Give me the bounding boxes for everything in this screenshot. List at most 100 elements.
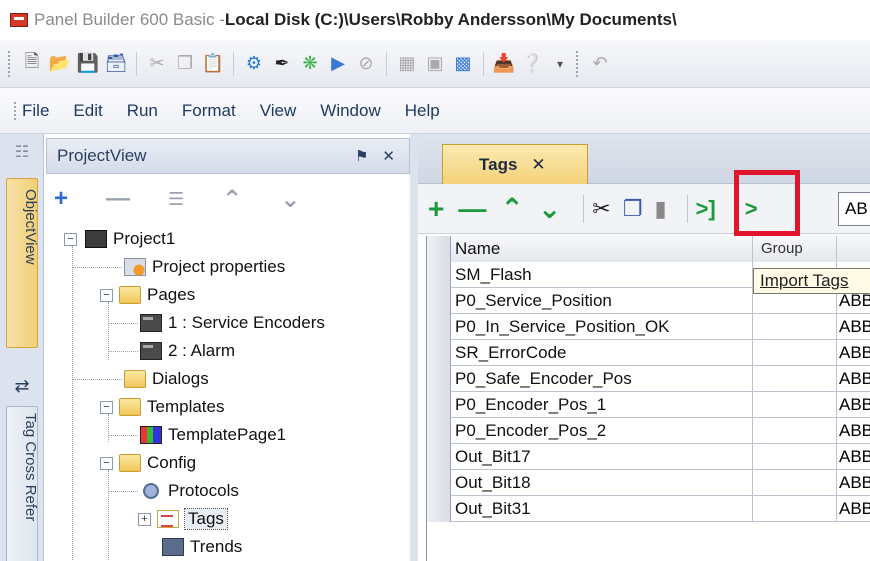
help-icon[interactable]: ❔ xyxy=(520,52,544,76)
tag-group-cell[interactable] xyxy=(753,366,837,392)
close-icon[interactable]: ✕ xyxy=(382,147,395,165)
tag-extra-cell[interactable]: ABB xyxy=(837,366,870,392)
table-row[interactable]: P0_Encoder_Pos_1 ABB xyxy=(427,392,870,418)
open-icon[interactable]: 📂 xyxy=(48,52,72,76)
play-icon[interactable]: ▶ xyxy=(326,52,350,76)
close-tab-icon[interactable]: ✕ xyxy=(531,155,545,175)
toolbar-grip[interactable] xyxy=(8,50,12,77)
menu-edit[interactable]: Edit xyxy=(73,101,102,121)
add-tag-icon[interactable]: + xyxy=(428,194,444,223)
tree-item-project1[interactable]: − Project1 xyxy=(64,225,175,253)
tag-group-cell[interactable] xyxy=(753,418,837,444)
toolbar-grip[interactable] xyxy=(576,50,580,77)
menu-window[interactable]: Window xyxy=(320,101,380,121)
tag-extra-cell[interactable]: ABB xyxy=(837,392,870,418)
tag-group-cell[interactable] xyxy=(753,392,837,418)
tree-item-page-alarm[interactable]: 2 : Alarm xyxy=(140,337,235,365)
move-up-icon[interactable]: ⌃ xyxy=(222,185,242,214)
tag-name-cell[interactable]: P0_Safe_Encoder_Pos xyxy=(451,366,753,392)
move-up-icon[interactable]: ⌃ xyxy=(500,194,523,223)
column-header-name[interactable]: Name xyxy=(451,236,753,262)
properties-icon[interactable]: ☰ xyxy=(168,189,184,210)
layout-icon[interactable]: ▩ xyxy=(451,52,475,76)
row-selector[interactable] xyxy=(427,470,451,496)
column-header-extra[interactable] xyxy=(837,236,870,262)
paste-icon[interactable]: ▮ xyxy=(654,196,666,222)
tag-group-cell[interactable] xyxy=(753,314,837,340)
tree-item-pages[interactable]: − Pages xyxy=(100,281,195,309)
remove-icon[interactable]: — xyxy=(106,185,130,213)
tag-name-cell[interactable]: Out_Bit17 xyxy=(451,444,753,470)
tag-extra-cell[interactable]: ABB xyxy=(837,496,870,522)
stop-icon[interactable]: ⊘ xyxy=(354,52,378,76)
tag-extra-cell[interactable]: ABB xyxy=(837,444,870,470)
tab-tags[interactable]: Tags ✕ xyxy=(442,144,588,184)
column-header-group[interactable]: Group xyxy=(753,236,837,262)
menu-view[interactable]: View xyxy=(260,101,297,121)
tag-extra-cell[interactable]: ABB xyxy=(837,340,870,366)
collapse-icon[interactable]: − xyxy=(100,288,113,302)
cut-icon[interactable]: ✂ xyxy=(592,196,610,222)
tab-object-view[interactable]: ObjectView xyxy=(6,178,39,348)
tag-name-cell[interactable]: SR_ErrorCode xyxy=(451,340,753,366)
tree-item-trends[interactable]: Trends xyxy=(162,533,242,561)
tree-item-page-service-encoders[interactable]: 1 : Service Encoders xyxy=(140,309,325,337)
pin-icon[interactable]: ⚑ xyxy=(355,147,368,165)
snap-icon[interactable]: ▣ xyxy=(423,52,447,76)
tree-item-template-page1[interactable]: TemplatePage1 xyxy=(140,421,286,449)
tag-group-cell[interactable] xyxy=(753,340,837,366)
move-down-icon[interactable]: ⌄ xyxy=(538,194,561,223)
tag-name-cell[interactable]: SM_Flash xyxy=(451,262,753,288)
tree-item-tags[interactable]: + Tags xyxy=(138,505,228,533)
table-row[interactable]: Out_Bit31 ABB xyxy=(427,496,870,522)
row-selector[interactable] xyxy=(427,314,451,340)
download-icon[interactable]: 📥 xyxy=(492,52,516,76)
tree-item-templates[interactable]: − Templates xyxy=(100,393,224,421)
row-selector[interactable] xyxy=(427,392,451,418)
row-selector[interactable] xyxy=(427,288,451,314)
tree-item-protocols[interactable]: Protocols xyxy=(140,477,239,505)
tag-extra-cell[interactable]: ABB xyxy=(837,418,870,444)
gear-icon[interactable]: ❋ xyxy=(298,52,322,76)
tag-extra-cell[interactable]: ABB xyxy=(837,314,870,340)
tag-name-cell[interactable]: Out_Bit18 xyxy=(451,470,753,496)
collapse-icon[interactable]: − xyxy=(100,400,113,414)
row-selector[interactable] xyxy=(427,262,451,288)
tree-item-config[interactable]: − Config xyxy=(100,449,196,477)
menu-grip[interactable] xyxy=(14,101,18,120)
table-row[interactable]: P0_Safe_Encoder_Pos ABB xyxy=(427,366,870,392)
paste-icon[interactable]: 📋 xyxy=(201,52,225,76)
table-row[interactable]: P0_In_Service_Position_OK ABB xyxy=(427,314,870,340)
row-selector[interactable] xyxy=(427,444,451,470)
table-row[interactable]: SR_ErrorCode ABB xyxy=(427,340,870,366)
import-tags-icon[interactable]: >] xyxy=(696,196,716,222)
tree-item-dialogs[interactable]: Dialogs xyxy=(124,365,209,393)
copy-icon[interactable]: ❐ xyxy=(623,196,643,222)
save-all-icon[interactable]: 🗃 xyxy=(104,52,128,76)
pen-icon[interactable]: ✒ xyxy=(270,52,294,76)
menu-format[interactable]: Format xyxy=(182,101,236,121)
tag-name-cell[interactable]: P0_Encoder_Pos_2 xyxy=(451,418,753,444)
tag-extra-cell[interactable]: ABB xyxy=(837,470,870,496)
expand-icon[interactable]: + xyxy=(138,512,151,526)
menu-file[interactable]: File xyxy=(22,101,49,121)
tag-name-cell[interactable]: P0_In_Service_Position_OK xyxy=(451,314,753,340)
save-icon[interactable]: 💾 xyxy=(76,52,100,76)
panel-splitter[interactable] xyxy=(410,134,418,561)
tab-tag-cross-reference[interactable]: Tag Cross Refer xyxy=(6,406,39,561)
row-selector[interactable] xyxy=(427,496,451,522)
table-row[interactable]: Out_Bit17 ABB xyxy=(427,444,870,470)
run-icon[interactable]: ⚙ xyxy=(242,52,266,76)
collapse-icon[interactable]: − xyxy=(64,232,77,246)
grid-icon[interactable]: ▦ xyxy=(395,52,419,76)
copy-icon[interactable]: ❐ xyxy=(173,52,197,76)
tag-group-cell[interactable] xyxy=(753,444,837,470)
tag-group-cell[interactable] xyxy=(753,470,837,496)
row-selector[interactable] xyxy=(427,236,451,262)
table-row[interactable]: P0_Encoder_Pos_2 ABB xyxy=(427,418,870,444)
menu-run[interactable]: Run xyxy=(127,101,158,121)
new-icon[interactable]: 🗎 xyxy=(20,51,44,76)
move-down-icon[interactable]: ⌄ xyxy=(280,185,300,214)
undo-icon[interactable]: ↶ xyxy=(588,52,612,76)
tag-group-cell[interactable] xyxy=(753,496,837,522)
